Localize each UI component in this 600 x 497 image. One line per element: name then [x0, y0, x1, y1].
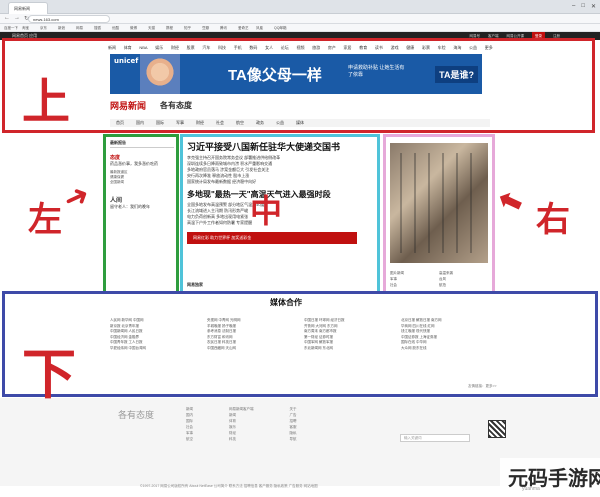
- bookmark-item[interactable]: QQ邮箱: [274, 24, 288, 31]
- footer-column: 新闻 国内 国际 社会 军事 航空: [186, 406, 193, 442]
- bookmark-item[interactable]: 淘宝: [22, 24, 36, 31]
- annotation-label-top: 上: [22, 74, 71, 130]
- footer-search-input[interactable]: 输入关键词: [400, 434, 470, 442]
- bookmark-item[interactable]: 百度一下: [4, 24, 18, 31]
- footer-link[interactable]: 科技: [229, 436, 254, 442]
- annotation-label-bottom: 下: [22, 342, 76, 406]
- footer-link[interactable]: 航空: [186, 436, 193, 442]
- browser-tab-bar: 网易新闻 – □ ✕: [0, 0, 600, 14]
- browser-tab[interactable]: 网易新闻: [8, 2, 48, 14]
- address-bar[interactable]: news.163.com: [28, 15, 110, 23]
- footer-column: 关于 广告 招聘 客服 隐私 导航: [290, 406, 297, 442]
- annotation-label-right: 右: [536, 200, 570, 240]
- bookmark-item[interactable]: 搜狐: [94, 24, 108, 31]
- minimize-icon[interactable]: –: [572, 3, 575, 10]
- annotation-box-right: [383, 134, 495, 294]
- arrow-left-icon: ➜: [57, 176, 96, 219]
- footer-link[interactable]: 导航: [290, 436, 297, 442]
- bookmark-item[interactable]: 网易: [76, 24, 90, 31]
- window-controls: – □ ✕: [572, 3, 596, 10]
- copyright: ©1997-2017 网易公司版权所有 About NetEase 公司简介 联…: [140, 484, 318, 488]
- bookmarks-bar: 百度一下 淘宝 京东 新浪 网易 搜狐 优酷 微博 天猫 携程 知乎 豆瓣 腾讯 爱奇艺 凤凰 QQ邮箱: [0, 24, 600, 32]
- nav-buttons: ← → ↻: [4, 15, 29, 22]
- forward-icon[interactable]: →: [14, 15, 20, 22]
- annotation-label-center: 中: [250, 192, 283, 230]
- bookmark-item[interactable]: 爱奇艺: [238, 24, 252, 31]
- bookmark-item[interactable]: 新浪: [58, 24, 72, 31]
- bookmark-item[interactable]: 凤凰: [256, 24, 270, 31]
- address-row: ← → ↻ news.163.com: [0, 14, 600, 24]
- bookmark-item[interactable]: 知乎: [184, 24, 198, 31]
- qr-code: [488, 420, 506, 438]
- watermark: 元码手游网 yuanma: [500, 458, 600, 497]
- arrow-right-icon: ⬅: [491, 180, 530, 223]
- footer-column: 网易新闻客户端 新闻 体育 娱乐 财经 科技: [229, 406, 254, 442]
- watermark-subtext: yuanma: [522, 486, 540, 492]
- footer-columns: 新闻 国内 国际 社会 军事 航空 网易新闻客户端 新闻 体育 娱乐 财经 科技 关于 广告 招聘 客服 隐私导…: [186, 406, 297, 442]
- bookmark-item[interactable]: 天猫: [148, 24, 162, 31]
- annotation-box-left: [103, 134, 179, 294]
- close-icon[interactable]: ✕: [591, 3, 596, 10]
- bookmark-item[interactable]: 微博: [130, 24, 144, 31]
- annotation-label-left: 左: [28, 200, 62, 240]
- bookmark-item[interactable]: 豆瓣: [202, 24, 216, 31]
- bookmark-item[interactable]: 携程: [166, 24, 180, 31]
- maximize-icon[interactable]: □: [581, 3, 585, 10]
- bookmark-item[interactable]: 优酷: [112, 24, 126, 31]
- footer-logo: 各有态度: [118, 411, 155, 421]
- bookmark-item[interactable]: 京东: [40, 24, 54, 31]
- bookmark-item[interactable]: 腾讯: [220, 24, 234, 31]
- annotation-box-top: [2, 38, 595, 133]
- annotation-box-bottom: [2, 291, 598, 397]
- back-icon[interactable]: ←: [4, 15, 10, 22]
